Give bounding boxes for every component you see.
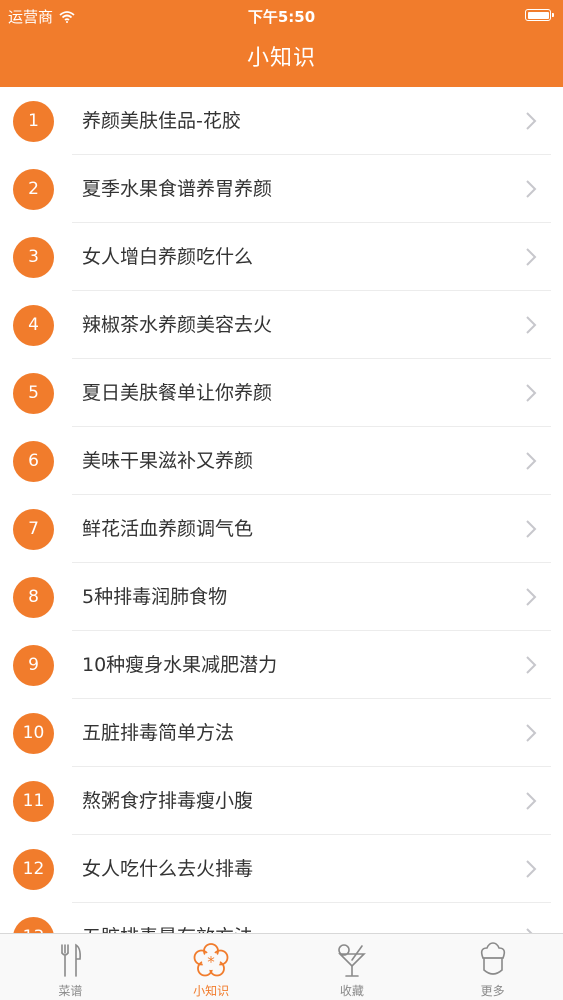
- list-item[interactable]: 10 五脏排毒简单方法: [0, 699, 563, 767]
- list-item[interactable]: 3 女人增白养颜吃什么: [0, 223, 563, 291]
- list-item[interactable]: 1 养颜美肤佳品-花胶: [0, 87, 563, 155]
- chevron-right-icon: [526, 860, 537, 878]
- item-number-badge: 13: [13, 917, 54, 933]
- flower-star-icon: *: [193, 943, 229, 977]
- tab-label: 更多: [480, 984, 505, 998]
- list-item[interactable]: 7 鲜花活血养颜调气色: [0, 495, 563, 563]
- svg-text:*: *: [207, 953, 215, 971]
- chevron-right-icon: [526, 656, 537, 674]
- item-title: 五脏排毒最有效方法: [82, 903, 253, 933]
- item-title: 熬粥食疗排毒瘦小腹: [82, 790, 254, 812]
- item-number-badge: 4: [13, 305, 54, 346]
- item-number-badge: 1: [13, 101, 54, 142]
- chevron-right-icon: [526, 452, 537, 470]
- tab-bar: 菜谱 * 小知识 收藏 更多: [0, 933, 563, 1000]
- chef-hat-icon: [480, 942, 505, 975]
- list-item[interactable]: 2 夏季水果食谱养胃养颜: [0, 155, 563, 223]
- item-title: 5种排毒润肺食物: [82, 586, 228, 608]
- fork-knife-icon: [61, 943, 82, 977]
- chevron-right-icon: [526, 112, 537, 130]
- item-title: 夏季水果食谱养胃养颜: [82, 178, 273, 200]
- chevron-right-icon: [526, 384, 537, 402]
- nav-header: 运营商 下午5:50 小知识: [0, 0, 563, 87]
- item-title: 夏日美肤餐单让你养颜: [82, 382, 273, 404]
- item-number-badge: 12: [13, 849, 54, 890]
- item-title: 养颜美肤佳品-花胶: [82, 110, 241, 132]
- item-title: 10种瘦身水果减肥潜力: [82, 654, 278, 676]
- item-number-badge: 11: [13, 781, 54, 822]
- chevron-right-icon: [526, 248, 537, 266]
- chevron-right-icon: [526, 792, 537, 810]
- item-title: 女人增白养颜吃什么: [82, 246, 254, 268]
- item-number-badge: 7: [13, 509, 54, 550]
- item-title: 女人吃什么去火排毒: [82, 858, 254, 880]
- chevron-right-icon: [526, 520, 537, 538]
- knowledge-list: 1 养颜美肤佳品-花胶 2 夏季水果食谱养胃养颜 3 女人增白养颜吃什么 4 辣…: [0, 87, 563, 933]
- tab-label: 小知识: [193, 984, 230, 998]
- chevron-right-icon: [526, 724, 537, 742]
- item-number-badge: 10: [13, 713, 54, 754]
- list-item[interactable]: 4 辣椒茶水养颜美容去火: [0, 291, 563, 359]
- list-item[interactable]: 8 5种排毒润肺食物: [0, 563, 563, 631]
- item-number-badge: 9: [13, 645, 54, 686]
- list-item[interactable]: 11 熬粥食疗排毒瘦小腹: [0, 767, 563, 835]
- tab-more[interactable]: 更多: [422, 934, 563, 1000]
- list-item[interactable]: 12 女人吃什么去火排毒: [0, 835, 563, 903]
- item-title: 美味干果滋补又养颜: [82, 450, 254, 472]
- item-number-badge: 2: [13, 169, 54, 210]
- item-title: 辣椒茶水养颜美容去火: [82, 314, 273, 336]
- list-item[interactable]: 9 10种瘦身水果减肥潜力: [0, 631, 563, 699]
- list-item[interactable]: 5 夏日美肤餐单让你养颜: [0, 359, 563, 427]
- item-number-badge: 3: [13, 237, 54, 278]
- list-item[interactable]: 13 五脏排毒最有效方法: [0, 903, 563, 933]
- cocktail-icon: [337, 944, 366, 977]
- list-item[interactable]: 6 美味干果滋补又养颜: [0, 427, 563, 495]
- tab-favorites[interactable]: 收藏: [282, 934, 423, 1000]
- tab-knowledge[interactable]: * 小知识: [141, 934, 282, 1000]
- chevron-right-icon: [526, 316, 537, 334]
- chevron-right-icon: [526, 588, 537, 606]
- battery-icon: [525, 9, 554, 21]
- item-number-badge: 6: [13, 441, 54, 482]
- status-time: 下午5:50: [247, 8, 316, 26]
- item-title: 鲜花活血养颜调气色: [82, 518, 254, 540]
- chevron-right-icon: [526, 180, 537, 198]
- tab-recipes[interactable]: 菜谱: [0, 934, 141, 1000]
- item-title: 五脏排毒简单方法: [82, 722, 235, 744]
- page-title: 小知识: [246, 46, 316, 71]
- item-number-badge: 8: [13, 577, 54, 618]
- tab-label: 菜谱: [58, 984, 83, 998]
- tab-label: 收藏: [339, 984, 364, 998]
- status-bar: 运营商 下午5:50: [0, 0, 563, 30]
- item-number-badge: 5: [13, 373, 54, 414]
